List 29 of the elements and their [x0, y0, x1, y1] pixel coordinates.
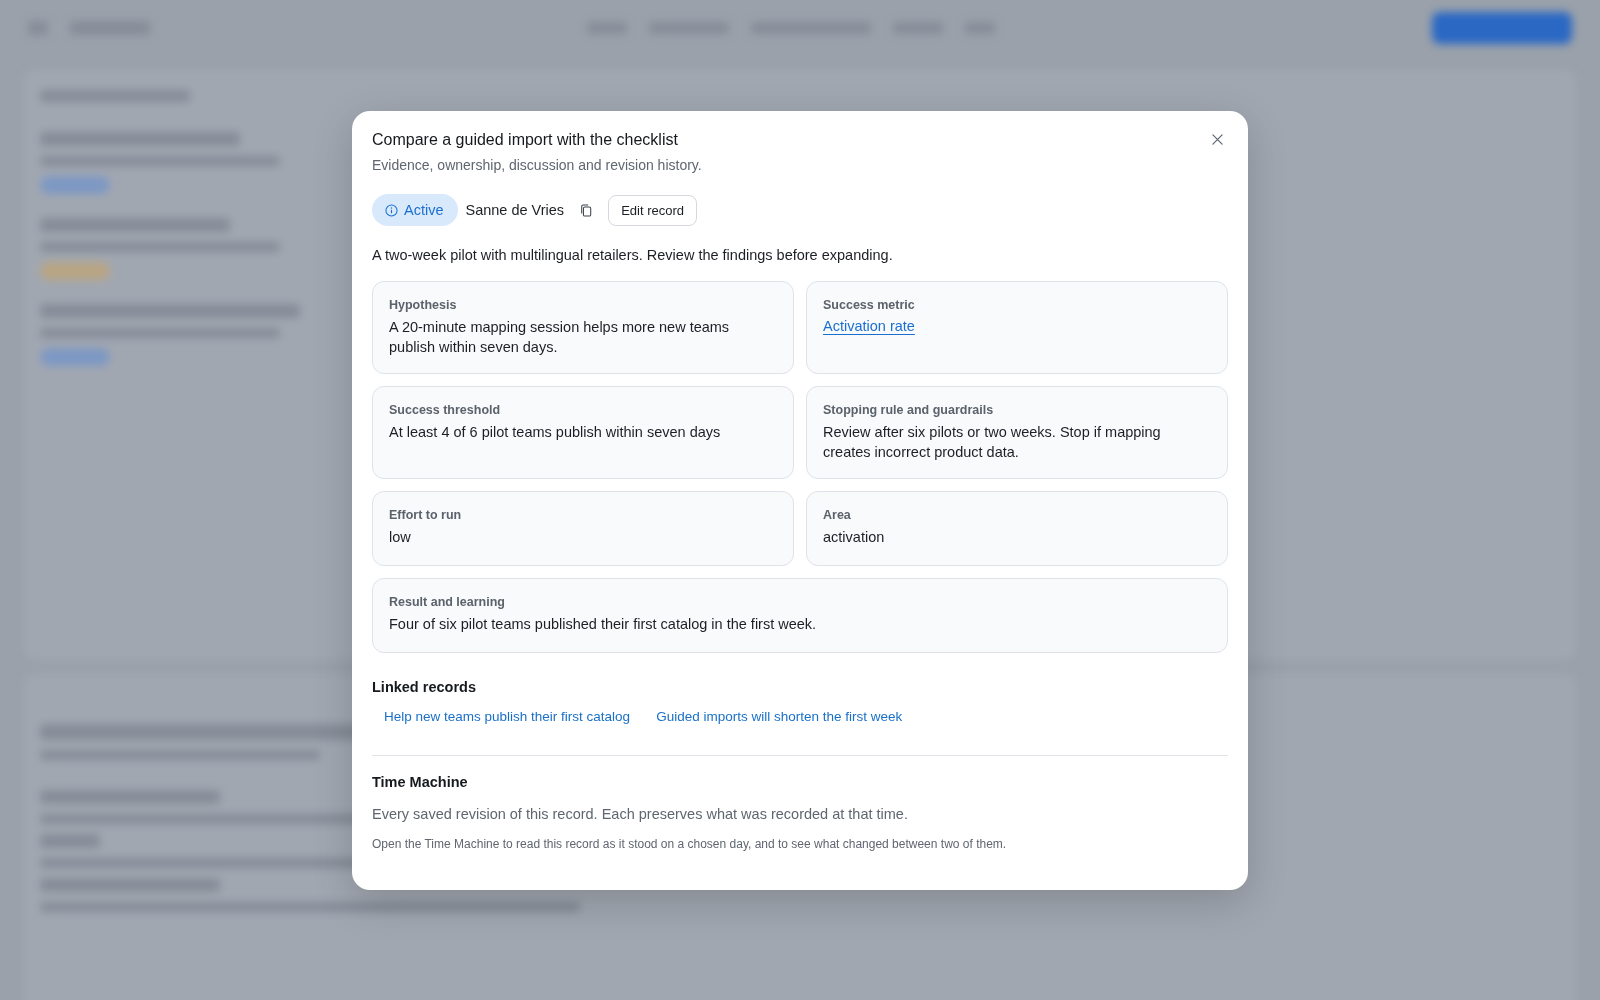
edit-record-button[interactable]: Edit record: [608, 194, 697, 226]
close-icon[interactable]: [1212, 134, 1223, 145]
field-label: Hypothesis: [389, 297, 458, 313]
field-label: Success metric: [823, 297, 916, 313]
field-value: Review after six pilots or two weeks. Stop if mapping creates incorrect product data.: [823, 423, 1162, 462]
summary-text: A two-week pilot with multilingual retailers. Review the findings before expanding.: [372, 246, 894, 265]
field-value: low: [389, 528, 412, 547]
time-machine-note: Open the Time Machine to read this record as it stood on a chosen day, and to see what changed between two of them.: [372, 836, 1008, 852]
field-label: Effort to run: [389, 507, 463, 523]
field-label: Stopping rule and guardrails: [823, 402, 995, 418]
time-machine-heading: Time Machine: [372, 773, 469, 792]
status-label: Active: [404, 202, 444, 218]
dialog-subtitle: Evidence, ownership, discussion and revision history.: [372, 156, 702, 175]
field-link[interactable]: Activation rate: [823, 317, 915, 336]
owner-name: Sanne de Vries: [465, 202, 565, 218]
linked-records-heading: Linked records: [372, 678, 477, 697]
info-icon: [385, 203, 398, 217]
linked-record-link[interactable]: Help new teams publish their first catalog: [372, 703, 643, 730]
dialog-title: Compare a guided import with the checklist: [372, 130, 679, 150]
time-machine-description: Every saved revision of this record. Each preserves what was recorded at that time.: [372, 805, 909, 824]
field-value: At least 4 of 6 pilot teams publish within seven days: [389, 423, 722, 442]
copy-icon[interactable]: [580, 203, 593, 217]
field-label: Success threshold: [389, 402, 502, 418]
field-label: Area: [823, 507, 852, 523]
linked-record-link[interactable]: Guided imports will shorten the first week: [644, 703, 915, 730]
field-value: Four of six pilot teams published their first catalog in the first week.: [389, 615, 818, 634]
field-value: activation: [823, 528, 886, 547]
field-label: Result and learning: [389, 594, 506, 610]
field-value: A 20-minute mapping session helps more new teams publish within seven days.: [389, 318, 731, 357]
